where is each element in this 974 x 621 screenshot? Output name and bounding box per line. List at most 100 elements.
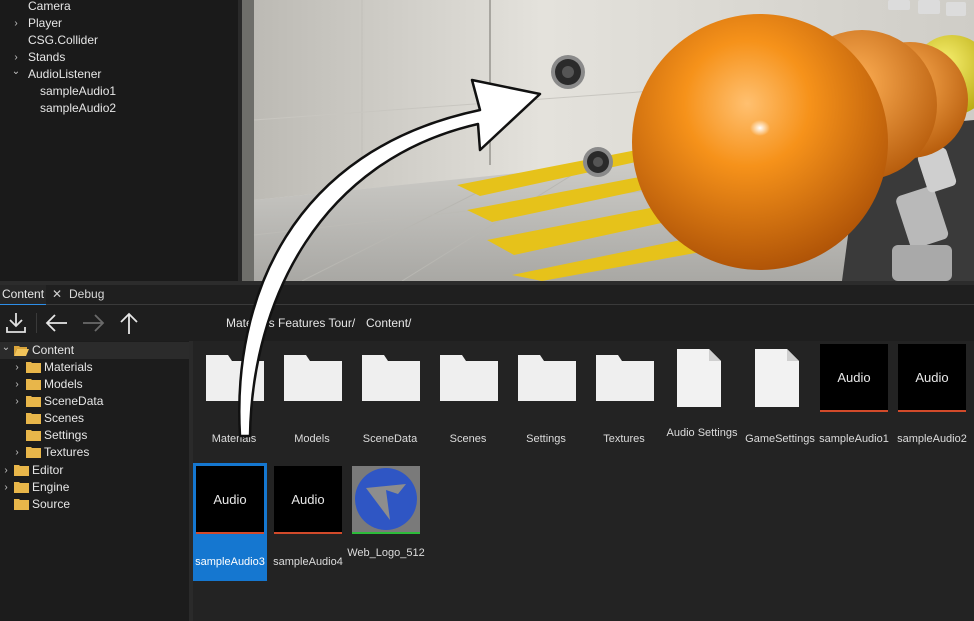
folder-icon: [26, 413, 41, 424]
import-button[interactable]: [2, 309, 30, 337]
asset-item-sampleaudio4[interactable]: Audio sampleAudio4: [271, 463, 345, 581]
tree-item-source[interactable]: Source: [0, 496, 189, 513]
tree-item-label: Editor: [32, 463, 64, 477]
close-icon[interactable]: ✕: [52, 285, 62, 304]
toolbar-separator: [36, 313, 37, 333]
asset-label: Scenes: [449, 433, 487, 445]
asset-label: sampleAudio2: [897, 433, 967, 445]
tree-item-label: Content: [32, 343, 75, 357]
chevron-right-icon[interactable]: ›: [12, 359, 22, 376]
speaker-icon: [583, 147, 613, 177]
audio-type-bar: [196, 532, 264, 534]
folder-icon: [596, 355, 654, 401]
tree-item-label: Textures: [44, 445, 90, 459]
breadcrumb-content[interactable]: Content/: [366, 316, 411, 330]
tree-item-textures[interactable]: › Textures: [0, 444, 189, 461]
asset-item-scenedata[interactable]: SceneData: [353, 341, 427, 459]
tree-item-settings[interactable]: Settings: [0, 427, 189, 444]
chevron-right-icon[interactable]: ›: [12, 376, 22, 393]
tree-item-label: sampleAudio2: [40, 101, 117, 115]
folder-icon: [284, 355, 342, 401]
tree-item-scenes[interactable]: Scenes: [0, 410, 189, 427]
tree-item-scenedata[interactable]: › SceneData: [0, 393, 189, 410]
folder-icon: [206, 355, 264, 401]
asset-label: Models: [294, 433, 330, 445]
tree-item-content[interactable]: ⌄ Content: [0, 342, 189, 359]
forward-button[interactable]: [79, 309, 107, 337]
tree-item-label: sampleAudio1: [40, 84, 117, 98]
tree-item-materials[interactable]: › Materials: [0, 359, 189, 376]
audio-thumbnail: Audio: [274, 466, 342, 534]
tab-debug[interactable]: Debug: [69, 285, 104, 304]
tree-item-csg-collider[interactable]: CSG.Collider: [0, 32, 238, 49]
tree-item-engine[interactable]: › Engine: [0, 479, 189, 496]
asset-item-scenes[interactable]: Scenes: [431, 341, 505, 459]
asset-label: Textures: [603, 433, 645, 445]
scene-viewport[interactable]: [242, 0, 974, 281]
tree-item-label: Stands: [28, 50, 66, 64]
asset-label: SceneData: [362, 433, 418, 445]
asset-label: GameSettings: [745, 433, 815, 445]
content-toolbar: Materials Features Tour/ Content/: [0, 305, 974, 341]
asset-item-materials[interactable]: Materials: [197, 341, 271, 459]
chevron-right-icon[interactable]: ›: [12, 444, 22, 461]
scene-tree-panel: Camera › Player CSG.Collider › Stands ⌄ …: [0, 0, 238, 281]
asset-item-audio-settings[interactable]: Audio Settings: [665, 341, 739, 459]
tree-item-stands[interactable]: › Stands: [0, 49, 238, 66]
up-button[interactable]: [115, 309, 143, 337]
tree-item-sampleaudio1[interactable]: sampleAudio1: [0, 83, 238, 100]
tree-item-label: Scenes: [44, 411, 85, 425]
thumbnail-text: Audio: [915, 370, 949, 385]
asset-grid: Materials Models SceneData Scenes Settin…: [193, 341, 974, 621]
chevron-down-icon[interactable]: ⌄: [1, 341, 11, 356]
folder-icon: [26, 396, 41, 407]
asset-item-models[interactable]: Models: [275, 341, 349, 459]
tree-item-label: Settings: [44, 428, 88, 442]
audio-thumbnail: Audio: [196, 466, 264, 534]
asset-item-textures[interactable]: Textures: [587, 341, 661, 459]
chevron-down-icon[interactable]: ⌄: [11, 63, 21, 80]
asset-label: Materials: [211, 433, 257, 445]
tab-bar: Content ✕ Debug: [0, 285, 974, 306]
back-button[interactable]: [43, 309, 71, 337]
viewport-render: [242, 0, 974, 281]
asset-item-sampleaudio1[interactable]: Audio sampleAudio1: [817, 341, 891, 459]
folder-icon: [440, 355, 498, 401]
thumbnail-text: Audio: [291, 492, 325, 507]
folder-icon: [26, 447, 41, 458]
chevron-right-icon[interactable]: ›: [1, 462, 11, 479]
asset-item-settings[interactable]: Settings: [509, 341, 583, 459]
tree-item-editor[interactable]: › Editor: [0, 462, 189, 479]
chevron-right-icon[interactable]: ›: [1, 479, 11, 496]
chevron-right-icon[interactable]: ›: [11, 15, 21, 32]
image-type-bar: [352, 532, 420, 534]
asset-label: sampleAudio1: [819, 433, 889, 445]
tree-item-camera[interactable]: Camera: [0, 0, 238, 15]
folder-icon: [14, 499, 29, 510]
folder-icon: [26, 430, 41, 441]
chevron-right-icon[interactable]: ›: [12, 393, 22, 410]
tab-label: Content: [2, 287, 45, 301]
content-tree-panel: ⌄ Content › Materials › Models › SceneDa…: [0, 341, 189, 621]
asset-item-sampleaudio3[interactable]: Audio sampleAudio3: [193, 463, 267, 581]
tree-item-sampleaudio2[interactable]: sampleAudio2: [0, 100, 238, 117]
asset-item-gamesettings[interactable]: GameSettings: [743, 341, 817, 459]
asset-item-web-logo[interactable]: Web_Logo_512: [347, 463, 425, 581]
thumbnail-text: Audio: [213, 492, 247, 507]
asset-label: sampleAudio4: [273, 556, 343, 568]
tab-label: Debug: [69, 287, 105, 301]
folder-icon: [362, 355, 420, 401]
breadcrumb-materials-features-tour[interactable]: Materials Features Tour/: [226, 316, 355, 330]
tree-item-label: Source: [32, 497, 71, 511]
audio-type-bar: [898, 410, 966, 412]
tree-item-player[interactable]: › Player: [0, 15, 238, 32]
tree-item-models[interactable]: › Models: [0, 376, 189, 393]
asset-item-sampleaudio2[interactable]: Audio sampleAudio2: [895, 341, 969, 459]
tab-content[interactable]: Content: [0, 285, 47, 306]
arrow-up-icon: [120, 312, 138, 334]
folder-icon: [26, 379, 41, 390]
tree-item-audiolistener[interactable]: ⌄ AudioListener: [0, 66, 238, 83]
asset-label: Settings: [526, 433, 566, 445]
arrow-right-icon: [83, 314, 105, 332]
import-icon: [6, 313, 26, 333]
